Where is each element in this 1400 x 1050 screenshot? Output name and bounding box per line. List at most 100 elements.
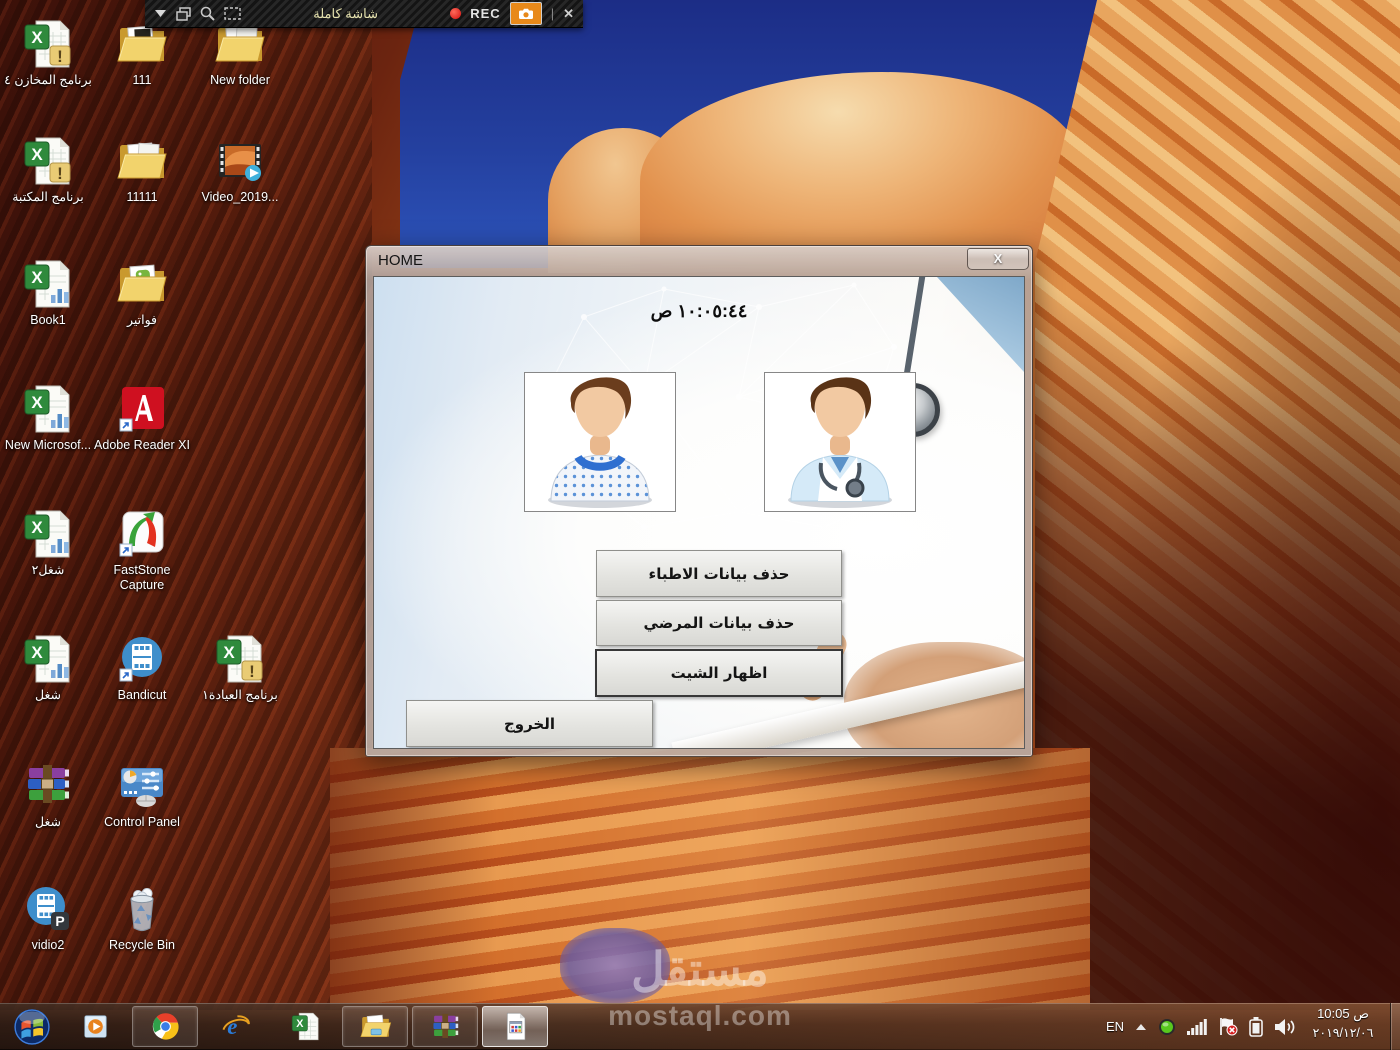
svg-text:X: X [31,518,43,537]
show-sheet-button[interactable]: اظهار الشيت [595,649,843,697]
recycle-bin-icon [116,883,168,935]
clock-label: ١٠:٠٥:٤٤ ص [650,301,748,321]
svg-text:X: X [296,1018,304,1030]
taskbar-item-winrar[interactable] [412,1006,478,1047]
desktop-icon-label: شغل [35,815,61,829]
folder-icon [116,135,168,187]
desktop-icon-invoices-folder[interactable]: فواتير [94,258,190,328]
svg-text:X: X [31,268,43,287]
desktop-icon-clinic-program[interactable]: X ! برنامج العيادة١ [192,633,288,703]
excel-chart-icon: X [22,508,74,560]
action-center-flag-icon[interactable] [1218,1017,1238,1036]
desktop-icon-label: vidio2 [31,938,65,952]
volume-icon[interactable] [1274,1018,1296,1036]
svg-text:X: X [31,28,43,47]
svg-text:X: X [31,145,43,164]
desktop-icon-label: Video_2019... [201,190,279,204]
battery-icon[interactable] [1249,1016,1263,1037]
window-close-button[interactable]: X [967,248,1029,270]
taskbar-item-windows-media-player[interactable] [62,1006,128,1047]
taskbar-item-windows-explorer[interactable] [342,1006,408,1047]
desktop-icon-vidio2[interactable]: P vidio2 [0,883,96,953]
desktop-icon-label: شغل٢ [31,563,65,577]
svg-text:X: X [31,393,43,412]
region-select-icon[interactable] [224,7,241,20]
taskbar-item-chrome[interactable] [132,1006,198,1047]
desktop-icon-label: Control Panel [104,815,180,829]
svg-text:!: ! [249,662,255,681]
rec-label: REC [470,6,501,21]
desktop-icon-111[interactable]: 111 [94,18,190,88]
doctor-avatar [764,372,916,512]
recorder-title: شاشة كاملة [313,5,378,21]
excel-warning-icon: X ! [22,18,74,70]
bandicut-project-icon: P [22,883,74,935]
green-status-icon[interactable] [1158,1018,1176,1036]
window-title: HOME [378,252,423,269]
desktop-icon-label: Adobe Reader XI [94,438,190,452]
excel-chart-icon: X [22,258,74,310]
desktop-icon-faststone[interactable]: FastStone Capture [94,508,190,594]
delete-patients-data-button[interactable]: حذف بيانات المرضي [596,600,842,646]
adobe-reader-icon [116,383,168,435]
magnifier-icon[interactable] [200,6,215,21]
desktop-icon-label: شغل [35,688,61,702]
desktop-icon-book1[interactable]: X Book1 [0,258,96,328]
recorder-close-button[interactable]: ✕ [563,6,574,22]
faststone-capture-icon [116,508,168,560]
windows-copy-icon[interactable] [176,6,191,21]
desktop-icon-bandicut[interactable]: Bandicut [94,633,190,703]
desktop-icon-library-program[interactable]: X ! برنامج المكتبة [0,135,96,205]
desktop-icon-label: 11111 [126,190,158,204]
taskbar-item-excel[interactable]: X [272,1006,338,1047]
excel-warning-icon: X ! [22,135,74,187]
signal-bars-icon[interactable] [1187,1018,1207,1035]
desktop-icon-work[interactable]: X شغل [0,633,96,703]
taskbar-item-vb-form-app[interactable] [482,1006,548,1047]
svg-text:X: X [223,643,235,662]
system-tray: EN [1106,1003,1296,1050]
language-indicator[interactable]: EN [1106,1019,1124,1034]
desktop-icon-label: Book1 [30,313,66,327]
clock-time: 10:05 ص [1317,1006,1369,1021]
start-button[interactable] [6,1005,58,1049]
show-desktop-button[interactable] [1390,1003,1400,1050]
excel-chart-icon: X [22,383,74,435]
desktop-icon-label: برنامج المكتبة [12,190,84,204]
patient-avatar [524,372,676,512]
desktop-icon-recycle-bin[interactable]: Recycle Bin [94,883,190,953]
exit-button[interactable]: الخروج [406,700,653,747]
dropdown-arrow-icon[interactable] [154,9,167,18]
taskbar-clock[interactable]: 10:05 ص ٢٠١٩/١٢/٠٦ [1300,1006,1386,1040]
svg-text:P: P [55,913,64,929]
desktop-icon-label: New Microsof... [4,438,92,452]
svg-text:e: e [227,1014,237,1039]
bandicut-icon [116,633,168,685]
desktop-icon-label: New folder [210,73,270,87]
svg-text:!: ! [57,164,63,183]
watermark-arabic: مستقل [631,943,769,995]
desktop-icon-video-2019[interactable]: Video_2019... [192,135,288,205]
desktop-icon-adobe-reader[interactable]: Adobe Reader XI [94,383,190,453]
taskbar-item-internet-explorer[interactable]: e [202,1006,268,1047]
desktop-icon-work2[interactable]: X شغل٢ [0,508,96,578]
camera-button[interactable] [509,2,542,25]
desktop-icon-11111[interactable]: 11111 [94,135,190,205]
svg-text:X: X [31,643,43,662]
screen-recorder-toolbar: شاشة كاملة REC | ✕ [145,0,583,28]
show-hidden-arrow-icon[interactable] [1135,1023,1147,1031]
desktop-icon-label: برنامج المخازن ٤ [4,73,92,87]
excel-warning-icon: X ! [214,633,266,685]
delete-doctors-data-button[interactable]: حذف بيانات الاطباء [596,550,842,597]
home-window: HOME X ١٠:٠٥:٤٤ ص حذف بيانات الاطباء حذف… [365,245,1033,757]
desktop-icon-label: فواتير [126,313,158,327]
control-panel-icon [116,760,168,812]
desktop-icon-new-microsoft[interactable]: X New Microsof... [0,383,96,453]
svg-text:!: ! [57,47,63,66]
home-window-body: ١٠:٠٥:٤٤ ص حذف بيانات الاطباء حذف بيانات… [373,276,1025,749]
desktop-icon-work-archive[interactable]: شغل [0,760,96,830]
desktop-icon-control-panel[interactable]: Control Panel [94,760,190,830]
desktop-icon-warehouse-program[interactable]: X ! برنامج المخازن ٤ [0,18,96,88]
record-dot-icon [450,8,462,19]
desktop-icon-new-folder[interactable]: New folder [192,18,288,88]
